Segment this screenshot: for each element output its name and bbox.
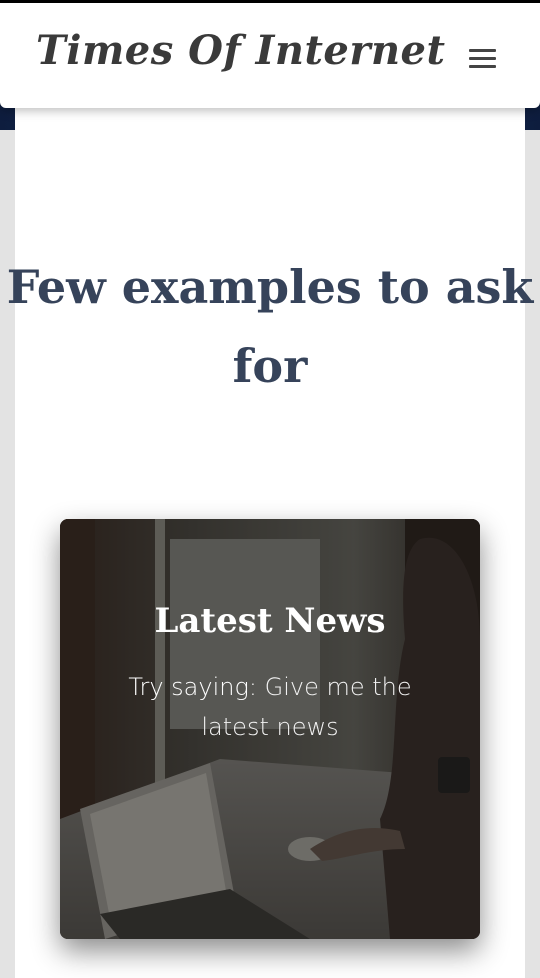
hamburger-menu-icon[interactable] <box>462 43 502 73</box>
menu-bar <box>468 64 496 68</box>
navbar: Times Of Internet <box>0 3 540 108</box>
brand-logo[interactable]: Times Of Internet <box>36 27 445 74</box>
card-prefix: Try saying: <box>128 673 257 701</box>
card-description: Try saying: Give me the latest news <box>100 667 440 747</box>
card-title: Latest News <box>154 601 386 641</box>
section-heading: Few examples to ask for <box>6 260 534 393</box>
menu-bar <box>468 48 496 52</box>
example-card-latest-news[interactable]: Latest News Try saying: Give me the late… <box>60 519 480 939</box>
menu-bar <box>468 56 496 60</box>
